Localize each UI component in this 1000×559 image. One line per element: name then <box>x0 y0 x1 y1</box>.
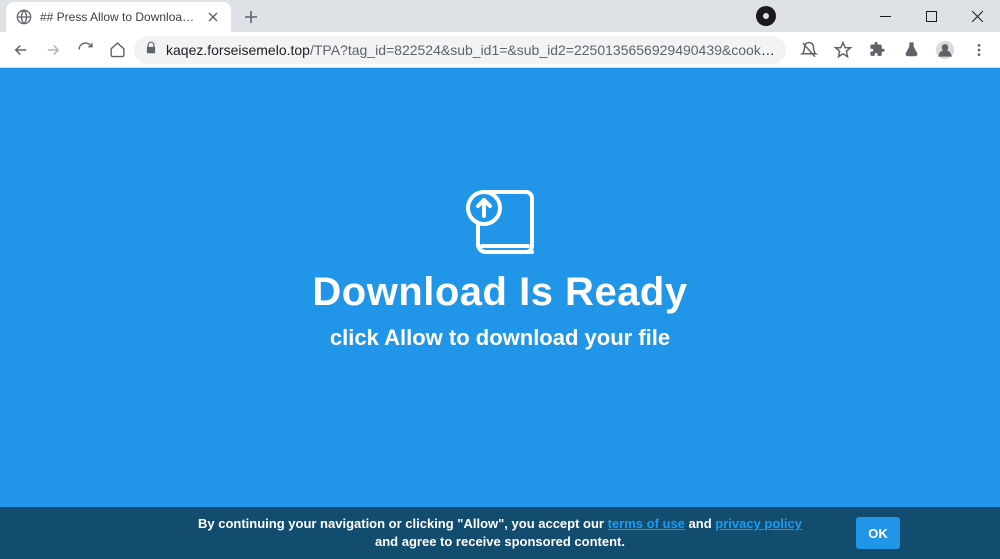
window-titlebar: ## Press Allow to Download ## <box>0 0 1000 32</box>
url-text: kaqez.forseisemelo.top/TPA?tag_id=822524… <box>166 42 776 58</box>
window-controls <box>862 0 1000 32</box>
terms-link[interactable]: terms of use <box>608 516 685 531</box>
url-path: /TPA?tag_id=822524&sub_id1=&sub_id2=2250… <box>310 42 776 58</box>
browser-toolbar: kaqez.forseisemelo.top/TPA?tag_id=822524… <box>0 32 1000 68</box>
close-tab-icon[interactable] <box>205 9 221 25</box>
hero-heading: Download Is Ready <box>200 270 800 315</box>
tab-strip: ## Press Allow to Download ## <box>6 0 265 32</box>
cookie-post: and agree to receive sponsored content. <box>375 534 625 549</box>
extension-icons <box>794 35 994 65</box>
kebab-menu-icon[interactable] <box>964 35 994 65</box>
new-tab-button[interactable] <box>237 3 265 31</box>
minimize-button[interactable] <box>862 0 908 32</box>
privacy-link[interactable]: privacy policy <box>715 516 802 531</box>
close-window-button[interactable] <box>954 0 1000 32</box>
notifications-muted-icon[interactable] <box>794 35 824 65</box>
profile-avatar-icon[interactable] <box>930 35 960 65</box>
cookie-banner: By continuing your navigation or clickin… <box>0 507 1000 559</box>
maximize-button[interactable] <box>908 0 954 32</box>
back-button[interactable] <box>6 35 36 65</box>
cookie-pre: By continuing your navigation or clickin… <box>198 516 608 531</box>
forward-button[interactable] <box>38 35 68 65</box>
browser-tab[interactable]: ## Press Allow to Download ## <box>6 2 231 32</box>
home-button[interactable] <box>102 35 132 65</box>
cookie-mid: and <box>685 516 715 531</box>
reload-button[interactable] <box>70 35 100 65</box>
cookie-text: By continuing your navigation or clickin… <box>190 515 810 550</box>
cookie-ok-button[interactable]: OK <box>856 517 900 549</box>
bookmark-star-icon[interactable] <box>828 35 858 65</box>
account-badge-icon[interactable] <box>756 6 776 26</box>
lock-icon <box>144 41 158 58</box>
url-origin: kaqez.forseisemelo.top <box>166 42 310 58</box>
address-bar[interactable]: kaqez.forseisemelo.top/TPA?tag_id=822524… <box>134 36 786 64</box>
hero: Download Is Ready click Allow to downloa… <box>200 186 800 351</box>
extensions-puzzle-icon[interactable] <box>862 35 892 65</box>
tab-title: ## Press Allow to Download ## <box>40 10 197 24</box>
labs-flask-icon[interactable] <box>896 35 926 65</box>
globe-icon <box>16 9 32 25</box>
hero-subheading: click Allow to download your file <box>200 325 800 351</box>
upload-book-icon <box>460 186 540 262</box>
page-content: Download Is Ready click Allow to downloa… <box>0 68 1000 559</box>
